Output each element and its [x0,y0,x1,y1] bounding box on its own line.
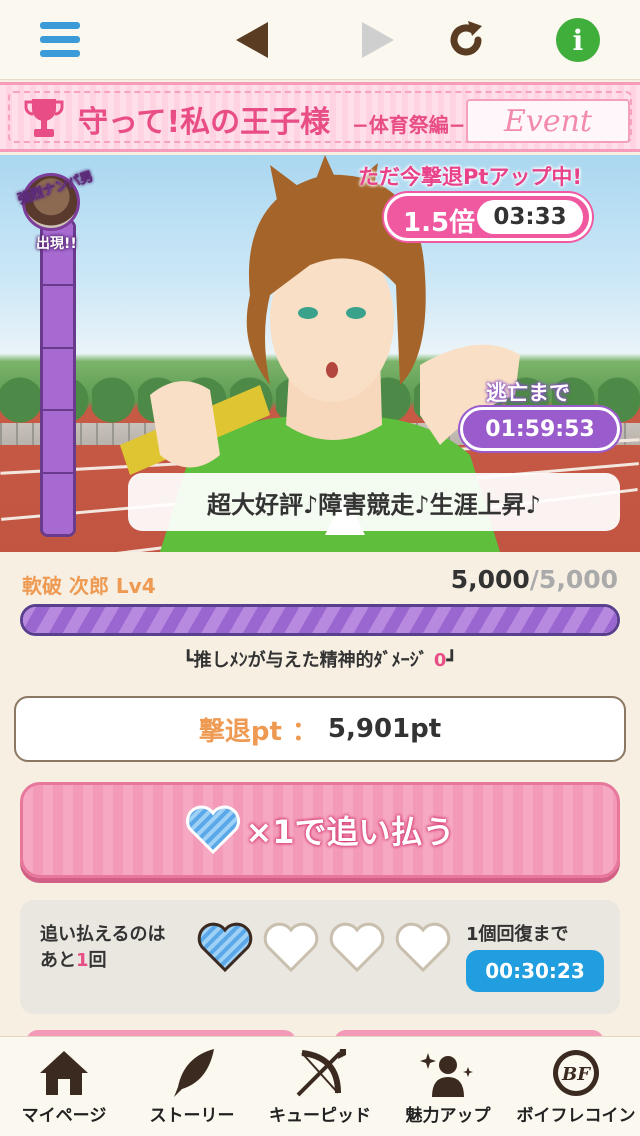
stamina-panel: 追い払えるのは あと1回 1個回復まで 00:30:23 [20,900,620,1014]
event-subtitle: −体育祭編− [352,113,466,137]
triangle-left-icon [236,22,268,58]
remaining-count: 1 [76,950,89,971]
character-speech: 超大好評♪障害競走♪生涯上昇♪ [128,473,620,531]
remaining-prefix: あと [40,950,76,971]
gauge-segment-divider [43,346,73,349]
enemy-appear-label: 出現!! [36,236,77,252]
chase-label: ×1で追い払う [245,813,455,851]
recover-label: 1個回復まで [466,924,569,945]
back-button[interactable] [226,14,278,66]
bow-arrow-icon [296,1049,346,1097]
enemy-gauge [40,219,76,537]
points-value: 5,901pt [327,714,442,744]
sparkle-person-icon [420,1053,473,1097]
svg-text:BF: BF [561,1064,591,1085]
stamina-label: 追い払えるのは [40,924,166,945]
event-title: 守って!私の王子様 [78,105,331,140]
nav-label: ボイフレコイン [516,1106,636,1126]
nav-item-story[interactable]: ストーリー [128,1037,256,1136]
nav-item-cupid[interactable]: キューピッド [256,1037,384,1136]
nav-label: マイページ [21,1106,107,1126]
blue-heart-icon [186,805,241,855]
event-banner[interactable]: 守って!私の王子様 −体育祭編− Event [0,82,640,152]
quill-icon [174,1049,214,1097]
escape-label: 逃亡まで [486,381,570,405]
hamburger-icon[interactable] [34,14,86,66]
forward-button[interactable] [352,14,404,66]
damage-line: ┗推しﾒﾝが与えた精神的ﾀﾞﾒｰｼﾞ 0┛ [0,646,640,672]
heart-empty-icon [395,922,451,973]
bf-coin-icon: BF [553,1050,599,1096]
recover-timer: 00:30:23 [466,950,604,992]
heart-filled-icon [197,922,253,973]
nav-label: キューピッド [269,1106,371,1126]
info-button[interactable]: i [552,14,604,66]
reload-icon [450,21,482,56]
event-tag: Event [466,99,630,143]
points-box: 撃退pt ： 5,901pt [14,696,626,762]
boost-caption: ただ今撃退Ptアップ中! [358,165,583,189]
triangle-right-icon [362,22,394,58]
remaining-suffix: 回 [88,950,107,971]
stamina-remaining: あと1回 [40,946,107,972]
points-colon: ： [291,716,318,747]
hp-max: 5,000 [538,565,618,594]
boost-rate: 1.5倍 [403,208,476,238]
boost-pill: 1.5倍 03:33 [384,193,592,241]
hp-separator: / [529,565,539,594]
boost-timer: 03:33 [477,200,583,234]
points-label: 撃退pt [198,716,282,747]
heart-empty-icon [329,922,385,973]
nav-item-mypage[interactable]: マイページ [0,1037,128,1136]
damage-label: ┗推しﾒﾝが与えた精神的ﾀﾞﾒｰｼﾞ [182,650,428,671]
hp-current: 5,000 [450,565,530,594]
info-icon: i [556,18,600,62]
damage-suffix: ┛ [446,650,458,671]
escape-timer: 01:59:53 [460,407,620,451]
hp-bar [20,604,620,636]
damage-value: 0 [433,650,447,671]
hp-bar-fill [23,607,617,633]
trophy-icon [24,99,64,137]
top-toolbar: i [0,0,640,80]
hp-readout: 5,000/5,000 [451,565,618,594]
bottom-nav: マイページ ストーリー キューピッド 魅力アップ BF ボイフレコイン [0,1036,640,1136]
nav-label: 魅力アップ [405,1106,491,1126]
reload-button[interactable] [440,14,492,66]
stamina-hearts [196,920,460,976]
enemy-gauge-fill [43,222,73,534]
gauge-segment-divider [43,471,73,474]
nav-item-charm[interactable]: 魅力アップ [384,1037,512,1136]
nav-label: ストーリー [149,1106,235,1126]
heart-empty-icon [263,922,319,973]
enemy-name-level: 軟破 次郎 Lv4 [22,574,156,598]
chase-away-button[interactable]: ×1で追い払う [20,782,620,878]
gauge-segment-divider [43,284,73,287]
event-scene: 強烈ナンパ男 出現!! ただ今撃退Ptアップ中! 1.5倍 03:33 逃亡まで… [0,155,640,552]
gauge-segment-divider [43,409,73,412]
nav-item-coin[interactable]: BF ボイフレコイン [512,1037,640,1136]
house-icon [40,1051,88,1095]
